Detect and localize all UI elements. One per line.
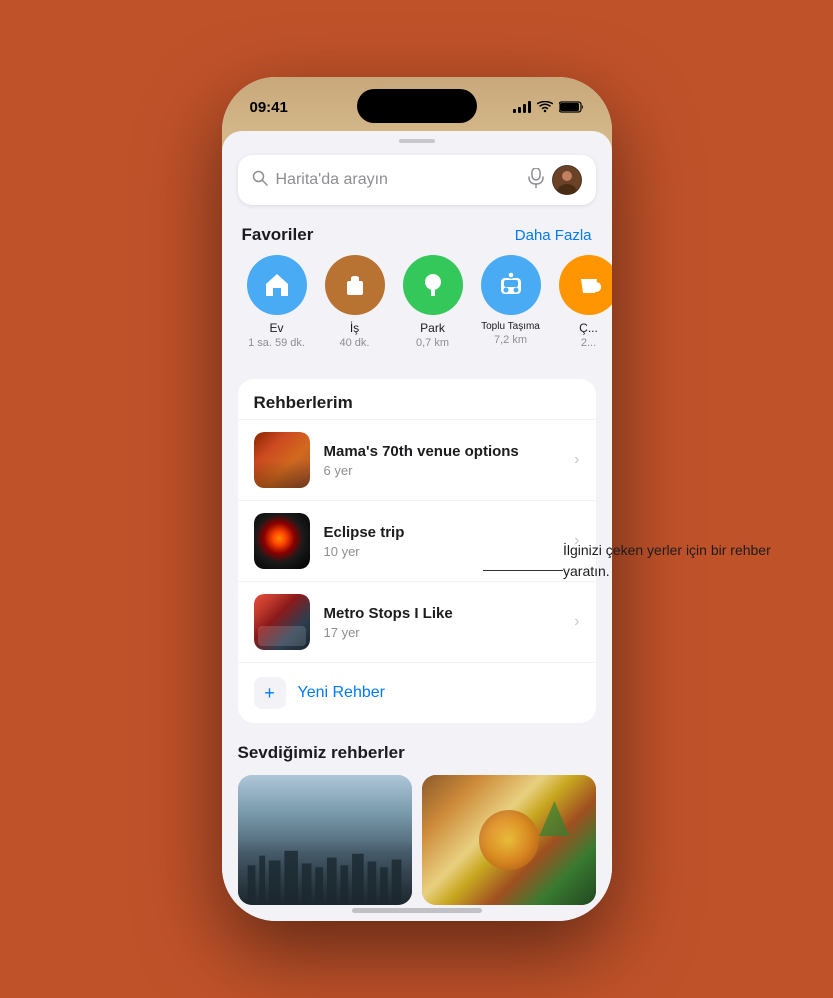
annotation-text: İlginizi çeken yerler için bir rehber ya… <box>563 540 783 582</box>
guide-name-metro: Metro Stops I Like <box>324 604 561 624</box>
favorites-section: Favoriler Daha Fazla Ev 1 sa. 59 dk. <box>222 221 612 369</box>
favorite-name-is: İş <box>350 321 359 335</box>
new-guide-button[interactable]: + Yeni Rehber <box>238 662 596 723</box>
sheet-handle <box>399 139 435 143</box>
guide-item-mamas[interactable]: Mama's 70th venue options 6 yer › <box>238 419 596 500</box>
favorites-scroll: Ev 1 sa. 59 dk. İş 40 dk. <box>222 255 612 361</box>
guide-item-eclipse[interactable]: Eclipse trip 10 yer › <box>238 500 596 581</box>
search-bar[interactable]: Harita'da arayın <box>238 155 596 205</box>
guide-thumb-mamas <box>254 432 310 488</box>
guides-header: Rehberlerim <box>238 379 596 419</box>
loved-guides-title: Sevdiğimiz rehberler <box>238 743 596 763</box>
favorite-icon-ev <box>247 255 307 315</box>
loved-card-food[interactable] <box>422 775 596 905</box>
favorite-name-toplu: Toplu Taşıma <box>481 321 540 332</box>
guide-thumb-eclipse <box>254 513 310 569</box>
bottom-sheet: Harita'da arayın Favoriler Daha <box>222 131 612 921</box>
favorite-icon-park <box>403 255 463 315</box>
signal-icon <box>513 101 531 113</box>
dynamic-island <box>357 89 477 123</box>
guide-item-metro[interactable]: Metro Stops I Like 17 yer › <box>238 581 596 662</box>
favorite-name-ev: Ev <box>269 321 283 335</box>
guide-info-metro: Metro Stops I Like 17 yer <box>324 604 561 641</box>
guide-count-eclipse: 10 yer <box>324 544 561 559</box>
plus-icon: + <box>254 677 286 709</box>
favorite-item-is[interactable]: İş 40 dk. <box>316 255 394 349</box>
favorite-icon-ca <box>559 255 612 315</box>
annotation-callout: İlginizi çeken yerler için bir rehber ya… <box>563 540 783 582</box>
guides-section: Rehberlerim Mama's 70th venue options 6 … <box>238 379 596 723</box>
favorites-more-button[interactable]: Daha Fazla <box>515 227 592 244</box>
guide-name-eclipse: Eclipse trip <box>324 523 561 543</box>
favorite-dist-park: 0,7 km <box>416 337 449 349</box>
favorite-dist-is: 40 dk. <box>340 337 370 349</box>
status-icons <box>513 101 584 113</box>
favorite-dist-ca: 2... <box>581 337 596 349</box>
favorite-item-toplu[interactable]: Toplu Taşıma 7,2 km <box>472 255 550 349</box>
battery-icon <box>559 101 584 113</box>
guide-info-mamas: Mama's 70th venue options 6 yer <box>324 442 561 479</box>
status-time: 09:41 <box>250 99 288 116</box>
search-placeholder-text: Harita'da arayın <box>276 171 520 189</box>
annotation-label: İlginizi çeken yerler için bir rehber ya… <box>563 542 771 579</box>
guide-info-eclipse: Eclipse trip 10 yer <box>324 523 561 560</box>
chevron-right-icon-metro: › <box>574 613 579 631</box>
guide-thumb-metro <box>254 594 310 650</box>
loved-guides-grid <box>238 775 596 905</box>
plus-symbol: + <box>264 683 275 704</box>
favorite-dist-ev: 1 sa. 59 dk. <box>248 337 305 349</box>
guide-name-mamas: Mama's 70th venue options <box>324 442 561 462</box>
microphone-icon[interactable] <box>528 168 544 193</box>
favorite-item-ca[interactable]: Ç... 2... <box>550 255 612 349</box>
favorite-name-park: Park <box>420 321 445 335</box>
favorites-header: Favoriler Daha Fazla <box>222 221 612 255</box>
search-icon <box>252 170 268 191</box>
chevron-right-icon: › <box>574 451 579 469</box>
guides-title: Rehberlerim <box>254 393 353 412</box>
favorites-title: Favoriler <box>242 225 314 245</box>
favorite-name-ca: Ç... <box>579 321 598 335</box>
phone-frame: 09:41 <box>222 77 612 921</box>
favorite-icon-is <box>325 255 385 315</box>
annotation-line <box>483 570 563 571</box>
favorite-icon-toplu <box>481 255 541 315</box>
favorite-dist-toplu: 7,2 km <box>494 334 527 346</box>
home-indicator <box>352 908 482 913</box>
guide-count-metro: 17 yer <box>324 625 561 640</box>
favorite-item-ev[interactable]: Ev 1 sa. 59 dk. <box>238 255 316 349</box>
favorite-item-park[interactable]: Park 0,7 km <box>394 255 472 349</box>
avatar[interactable] <box>552 165 582 195</box>
wifi-icon <box>537 101 553 113</box>
new-guide-label: Yeni Rehber <box>298 684 385 702</box>
loved-guides-section: Sevdiğimiz rehberler <box>222 733 612 905</box>
loved-card-city[interactable] <box>238 775 412 905</box>
guide-count-mamas: 6 yer <box>324 463 561 478</box>
